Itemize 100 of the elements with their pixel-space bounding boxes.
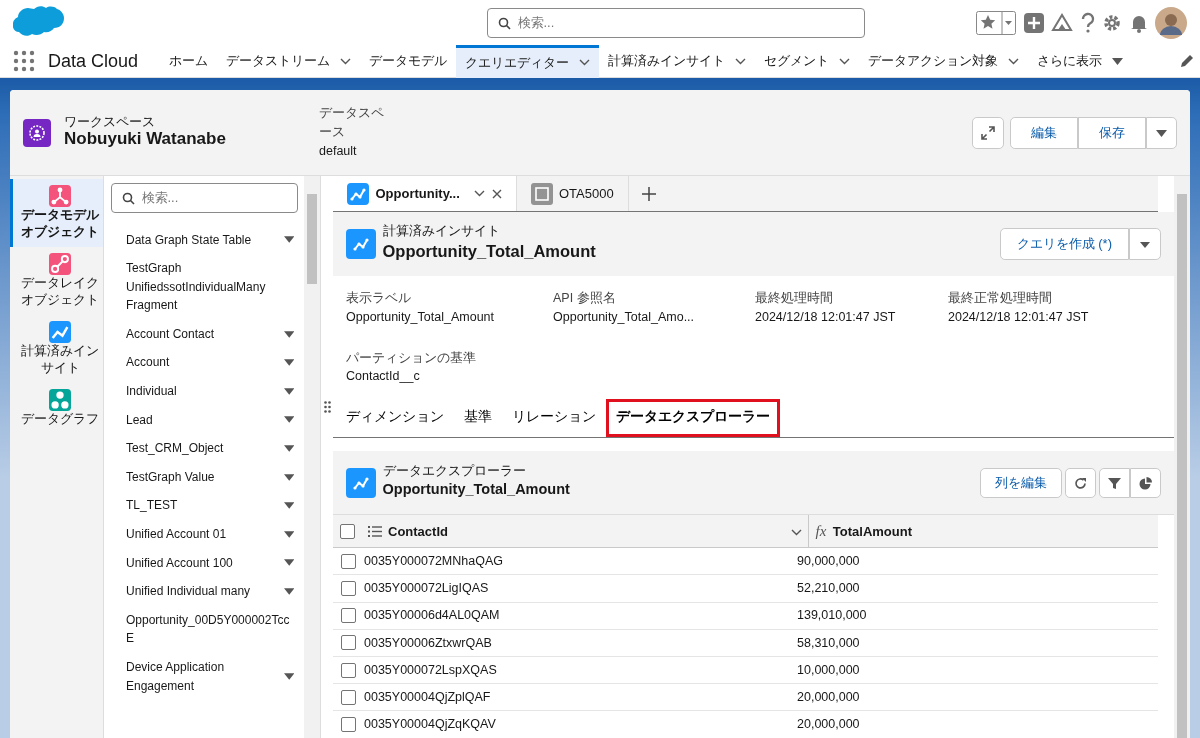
nav-tab[interactable]: データモデル <box>360 44 457 78</box>
nav-tab[interactable]: データアクション対象 <box>859 44 1029 78</box>
search-field[interactable]: 検索... <box>486 7 865 38</box>
add-icon[interactable] <box>1022 11 1045 34</box>
object-list-item[interactable]: Unified Account 100 <box>104 548 304 578</box>
object-list-item[interactable]: Lead <box>104 405 304 435</box>
object-list-item[interactable]: Unified Account 01 <box>104 520 304 549</box>
table-cell-text: 0035Y00004QjZplQAF <box>364 688 492 706</box>
avatar[interactable] <box>1155 6 1187 39</box>
mountain-icon[interactable] <box>1051 11 1073 34</box>
object-list-item[interactable]: Device Application Engagement <box>104 653 304 701</box>
app-launcher-icon[interactable] <box>13 50 35 72</box>
workspace-icon <box>23 118 51 147</box>
object-list-item[interactable]: TestGraph Value <box>104 462 304 492</box>
tab[interactable]: リレーション <box>502 399 607 438</box>
object-list-item[interactable]: TestGraph UnifiedssotIndividualMany Fragment <box>104 254 304 320</box>
pie-chart-icon <box>1139 477 1152 491</box>
table-cell-text: 0035Y00006d4AL0QAM <box>364 607 501 625</box>
nav-tab[interactable]: データストリーム <box>217 44 361 78</box>
dataspace-label: データスペース <box>319 104 385 141</box>
checkbox[interactable] <box>341 553 356 569</box>
checkbox[interactable] <box>339 523 355 539</box>
save-button[interactable]: 保存 <box>1078 116 1146 149</box>
query-tab[interactable]: Opportunity... <box>333 176 517 211</box>
add-icon[interactable] <box>641 186 656 201</box>
workspace-name: Nobuyuki Watanabe <box>64 129 227 150</box>
search-icon <box>497 16 511 30</box>
field-value: Opportunity_Total_Amo... <box>553 308 696 326</box>
field-label: 表示ラベル <box>346 290 412 307</box>
checkbox[interactable] <box>341 716 356 732</box>
sidebar-item[interactable]: データモデルオブジェクト <box>10 179 103 247</box>
tab[interactable]: データエクスプローラー <box>606 399 781 438</box>
close-icon[interactable] <box>491 188 502 199</box>
search-icon <box>121 191 135 205</box>
query-tab[interactable]: OTA5000 <box>516 176 629 211</box>
table-cell-text: 20,000,000 <box>797 688 860 706</box>
chevron-icon <box>790 528 802 536</box>
scrollbar[interactable] <box>1174 176 1190 738</box>
column-header[interactable]: ContactId <box>388 521 448 541</box>
object-list-item[interactable]: TL_TEST <box>104 491 304 521</box>
object-list-item[interactable]: Individual <box>104 377 304 406</box>
checkbox[interactable] <box>341 689 356 705</box>
field-value: 2024/12/18 12:01:47 JST <box>948 308 1090 326</box>
sidebar-item[interactable]: データレイクオブジェクト <box>10 247 103 315</box>
line-chart-icon <box>346 229 376 259</box>
field-label: 最終処理時間 <box>755 290 834 307</box>
checkbox[interactable] <box>341 662 356 678</box>
nav-tab[interactable]: セグメント <box>755 44 860 78</box>
object-list-item[interactable]: Data Graph State Table <box>104 225 304 255</box>
favorites-icon[interactable] <box>976 10 1016 35</box>
edit-columns-button[interactable]: 列を編集 <box>979 467 1062 498</box>
drag-handle-icon[interactable] <box>323 401 331 413</box>
checkbox[interactable] <box>341 635 356 651</box>
object-list-item[interactable]: Test_CRM_Object <box>104 434 304 463</box>
explorer-caption: データエクスプローラー <box>382 465 527 479</box>
object-list-item[interactable]: Unified Individual many <box>104 577 304 606</box>
field-value: Opportunity_Total_Amount <box>346 308 495 326</box>
field-label: 最終正常処理時間 <box>948 290 1053 307</box>
menu-button[interactable] <box>1146 116 1177 149</box>
settings-icon[interactable] <box>1102 12 1122 33</box>
table-cell-text: 52,210,000 <box>797 580 860 598</box>
object-list-item[interactable]: Opportunity_00D5Y000002TccE <box>104 605 304 653</box>
insight-caption: 計算済みインサイト <box>382 224 501 239</box>
search-field[interactable]: 検索... <box>110 182 298 213</box>
checkbox[interactable] <box>341 608 356 624</box>
list-icon <box>367 525 382 537</box>
tab[interactable]: ディメンション <box>336 399 455 438</box>
column-header[interactable]: TotalAmount <box>832 521 912 541</box>
caret-icon <box>1139 240 1151 249</box>
nav-tab[interactable]: クエリエディター <box>456 44 600 78</box>
scrollbar[interactable] <box>304 176 320 738</box>
nav-tab[interactable]: 計算済みインサイト <box>599 44 756 78</box>
create-query-button[interactable]: クエリを作成 (*) <box>999 228 1129 260</box>
expand-icon <box>980 126 995 141</box>
nav-tab[interactable]: さらに表示 <box>1028 44 1133 78</box>
edit-icon[interactable] <box>1179 54 1194 68</box>
refresh-button[interactable] <box>1064 467 1096 498</box>
chart-button[interactable] <box>1130 467 1161 498</box>
insight-title: Opportunity_Total_Amount <box>382 240 596 262</box>
checkbox[interactable] <box>341 581 356 597</box>
object-list-item[interactable]: Account Contact <box>104 319 304 349</box>
nav-tab[interactable]: ホーム <box>160 44 218 78</box>
table-cell-text: 10,000,000 <box>797 661 860 679</box>
field-value: ContactId__c <box>346 368 421 386</box>
help-icon[interactable] <box>1079 11 1096 34</box>
app-name: Data Cloud <box>48 49 139 73</box>
filter-button[interactable] <box>1099 467 1130 498</box>
sidebar-item[interactable]: 計算済みインサイト <box>10 314 103 383</box>
tab[interactable]: 基準 <box>454 399 503 438</box>
menu-button[interactable] <box>1129 228 1161 260</box>
edit-button[interactable]: 編集 <box>1010 116 1078 149</box>
sidebar-item[interactable]: データグラフ <box>10 382 103 434</box>
expand-button[interactable] <box>971 116 1004 149</box>
object-list-item[interactable]: Account <box>104 348 304 378</box>
formula-icon: fx <box>815 520 827 543</box>
dataspace-value: default <box>319 143 358 161</box>
table-cell-text: 0035Y00006ZtxwrQAB <box>364 634 493 652</box>
table-cell-text: 58,310,000 <box>797 634 860 652</box>
table-cell-text: 0035Y000072LigIQAS <box>364 580 490 598</box>
caret-icon <box>1156 129 1167 137</box>
